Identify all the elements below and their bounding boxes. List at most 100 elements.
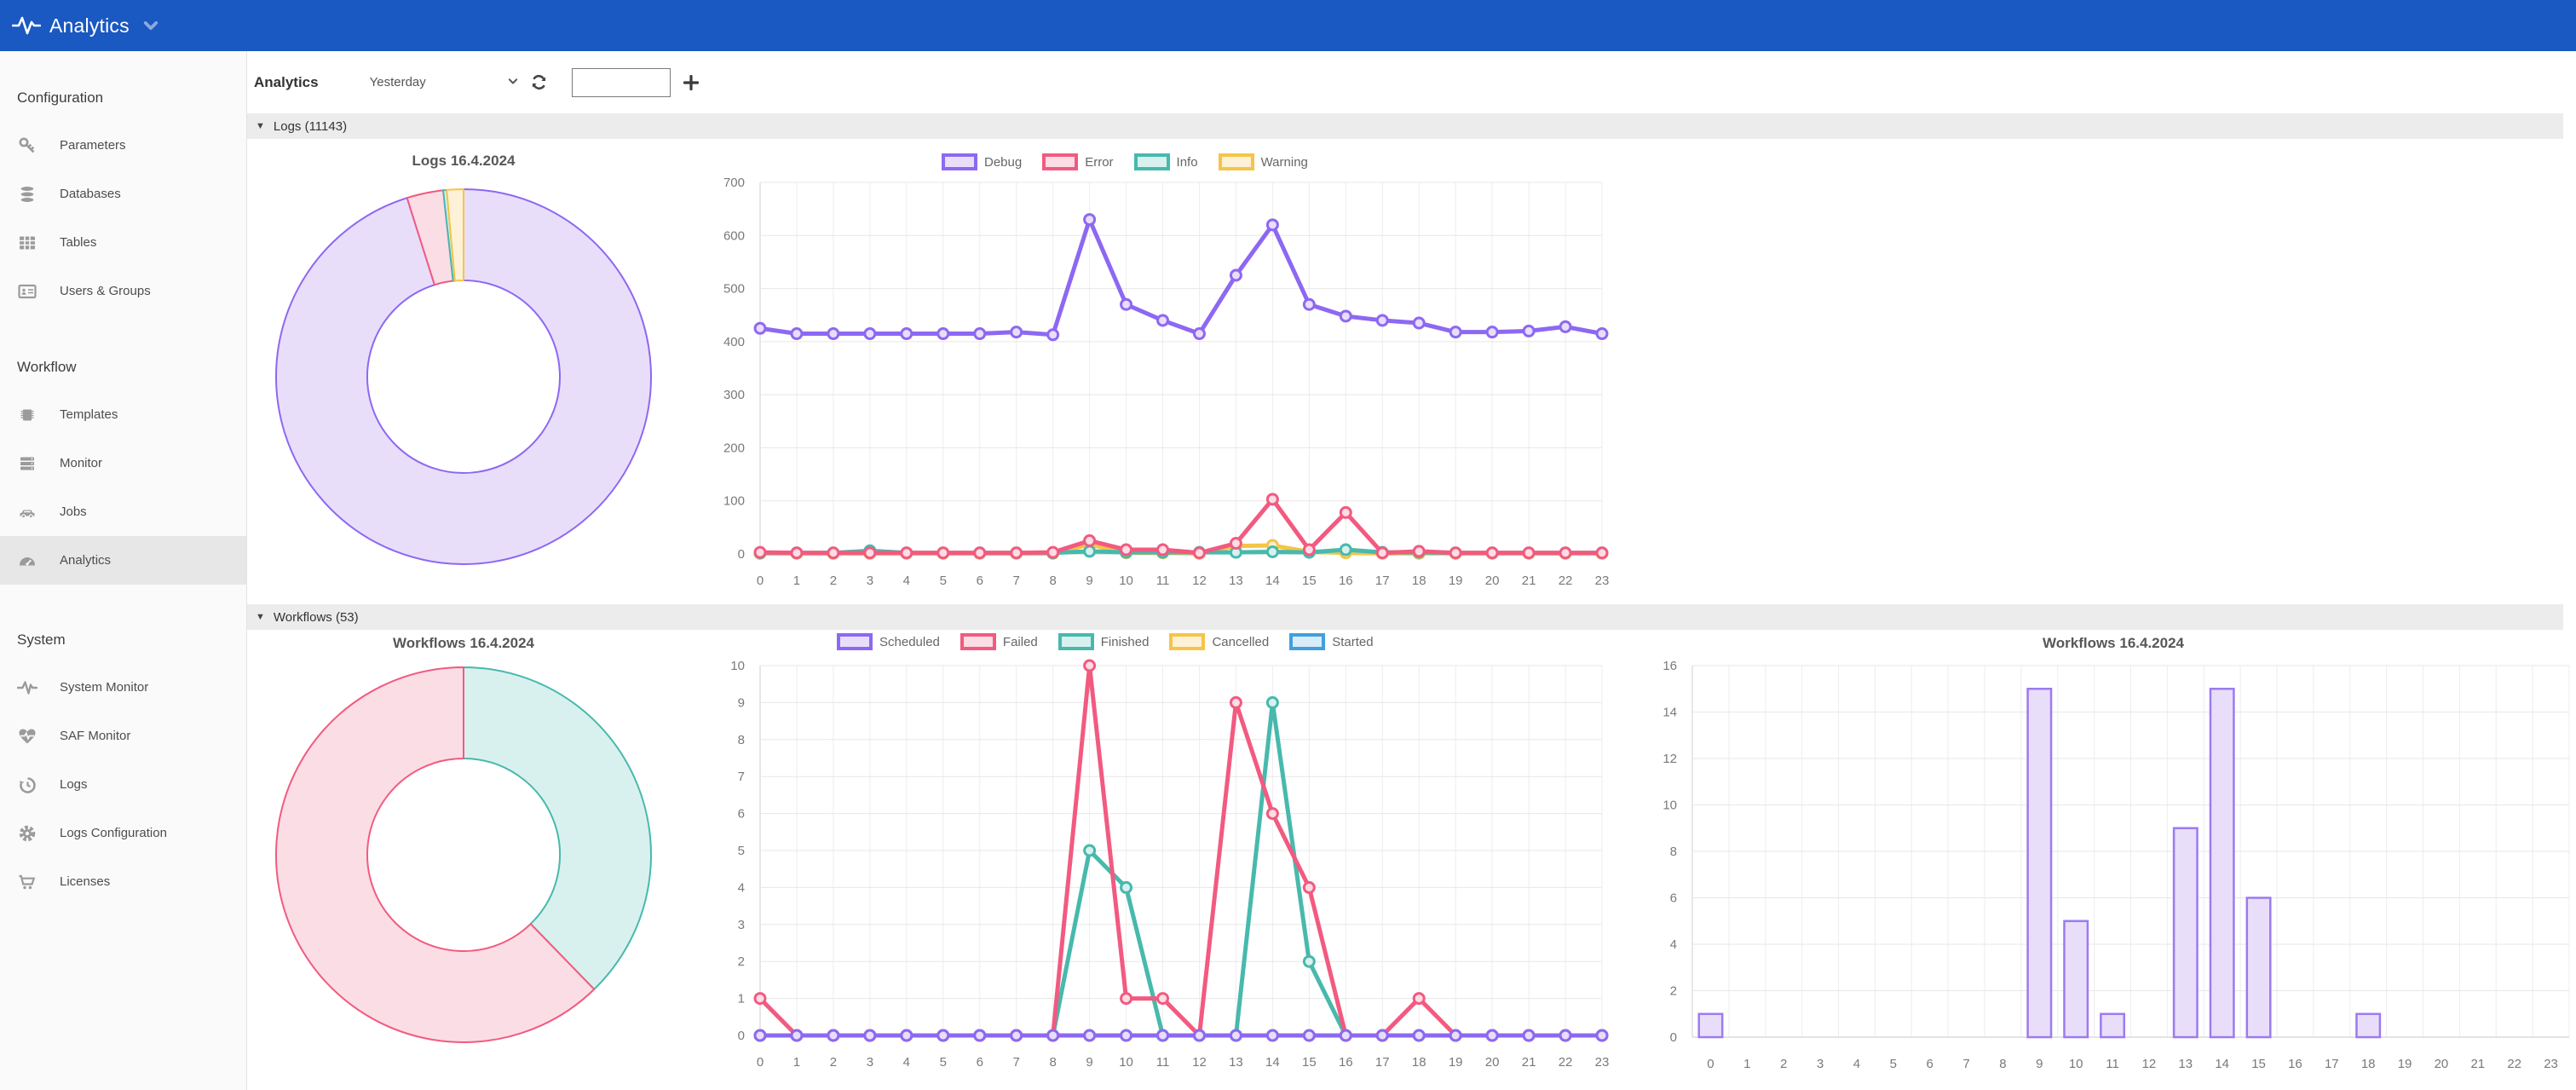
svg-text:22: 22 [1559,1055,1573,1070]
chevron-down-icon[interactable] [138,13,164,38]
server-icon [17,453,37,474]
logs-donut-title: Logs 16.4.2024 [251,153,677,170]
svg-text:9: 9 [738,695,745,710]
sidebar-item-label: Parameters [60,138,126,153]
sidebar-item-parameters[interactable]: Parameters [0,121,246,170]
car-icon [17,502,37,522]
id-card-icon [17,281,37,302]
legend-swatch [1219,153,1254,170]
collapse-triangle-icon: ▼ [256,612,265,622]
sidebar-item-databases[interactable]: Databases [0,170,246,218]
legend-label: Started [1332,635,1373,649]
svg-text:21: 21 [1522,1055,1536,1070]
svg-text:20: 20 [1485,574,1500,588]
svg-text:1: 1 [793,574,800,588]
svg-text:4: 4 [903,574,910,588]
sidebar-item-users-groups[interactable]: Users & Groups [0,267,246,315]
svg-text:19: 19 [2398,1057,2412,1071]
sidebar-item-label: Templates [60,407,118,422]
page-title: Analytics [254,74,319,91]
svg-text:500: 500 [723,282,745,297]
pulse-icon [17,678,37,698]
app-header: Analytics [0,0,2576,51]
svg-text:13: 13 [1229,574,1243,588]
app-title: Analytics [49,14,130,37]
period-select-value: Yesterday [370,75,426,89]
svg-text:7: 7 [1013,1055,1020,1070]
svg-text:8: 8 [738,733,745,747]
refresh-icon[interactable] [528,72,550,93]
svg-text:9: 9 [2036,1057,2043,1071]
svg-text:11: 11 [1156,574,1170,588]
sidebar-item-monitor[interactable]: Monitor [0,439,246,487]
svg-text:10: 10 [1119,1055,1133,1070]
sidebar-item-system-monitor[interactable]: System Monitor [0,663,246,712]
plus-icon[interactable] [681,72,701,93]
svg-text:3: 3 [738,918,745,932]
svg-text:2: 2 [830,574,837,588]
workflows-bar-title: Workflows 16.4.2024 [1815,635,2412,652]
svg-text:6: 6 [1927,1057,1933,1071]
svg-text:3: 3 [867,1055,873,1070]
sidebar-item-templates[interactable]: Templates [0,390,246,439]
period-select[interactable]: Yesterday [370,72,522,93]
legend-swatch [942,153,977,170]
svg-text:12: 12 [1192,574,1207,588]
legend-item-warning[interactable]: Warning [1219,153,1308,170]
svg-text:6: 6 [977,574,983,588]
svg-text:4: 4 [1670,937,1677,952]
svg-text:2: 2 [738,954,745,969]
legend-item-started[interactable]: Started [1289,633,1373,650]
sidebar-item-analytics[interactable]: Analytics [0,536,246,585]
legend-item-failed[interactable]: Failed [960,633,1038,650]
legend-swatch [837,633,873,650]
svg-text:21: 21 [2470,1057,2485,1071]
legend-item-info[interactable]: Info [1134,153,1198,170]
svg-text:23: 23 [2544,1057,2558,1071]
svg-text:8: 8 [1049,1055,1056,1070]
svg-text:19: 19 [1449,574,1463,588]
svg-text:4: 4 [1853,1057,1860,1071]
svg-text:5: 5 [1890,1057,1897,1071]
svg-text:19: 19 [1449,1055,1463,1070]
add-chart-input[interactable] [572,68,671,97]
legend-item-finished[interactable]: Finished [1058,633,1150,650]
section-header-logs-label: Logs (11143) [274,119,347,134]
gauge-icon [17,551,37,571]
legend-item-error[interactable]: Error [1042,153,1113,170]
svg-text:14: 14 [2215,1057,2229,1071]
section-header-workflows[interactable]: ▼ Workflows (53) [247,604,2563,630]
svg-text:17: 17 [1375,574,1390,588]
svg-text:23: 23 [1595,574,1610,588]
legend-item-scheduled[interactable]: Scheduled [837,633,940,650]
legend-swatch [1289,633,1325,650]
legend-item-cancelled[interactable]: Cancelled [1169,633,1269,650]
sidebar-item-saf-monitor[interactable]: SAF Monitor [0,712,246,760]
svg-text:2: 2 [1780,1057,1787,1071]
svg-text:22: 22 [1559,574,1573,588]
svg-text:11: 11 [1156,1055,1170,1070]
sidebar-item-logs-configuration[interactable]: Logs Configuration [0,809,246,857]
legend-item-debug[interactable]: Debug [942,153,1022,170]
legend-label: Cancelled [1212,635,1269,649]
svg-text:0: 0 [1707,1057,1714,1071]
svg-text:0: 0 [738,1029,745,1043]
svg-text:6: 6 [1670,891,1677,906]
svg-text:300: 300 [723,388,745,402]
svg-text:200: 200 [723,441,745,455]
svg-text:21: 21 [1522,574,1536,588]
svg-text:4: 4 [738,880,745,895]
workflows-chart-legend: Scheduled Failed Finished Cancelled Star… [837,633,1374,650]
svg-text:10: 10 [2069,1057,2083,1071]
sidebar-item-logs[interactable]: Logs [0,760,246,809]
sidebar-item-tables[interactable]: Tables [0,218,246,267]
section-header-logs[interactable]: ▼ Logs (11143) [247,113,2563,139]
sidebar-item-jobs[interactable]: Jobs [0,487,246,536]
sidebar-item-licenses[interactable]: Licenses [0,857,246,906]
legend-swatch [1042,153,1078,170]
svg-text:1: 1 [738,992,745,1006]
sidebar-item-label: Databases [60,187,121,201]
svg-text:3: 3 [1817,1057,1824,1071]
svg-text:1: 1 [793,1055,800,1070]
sidebar-section-workflow: Workflow [0,356,246,378]
